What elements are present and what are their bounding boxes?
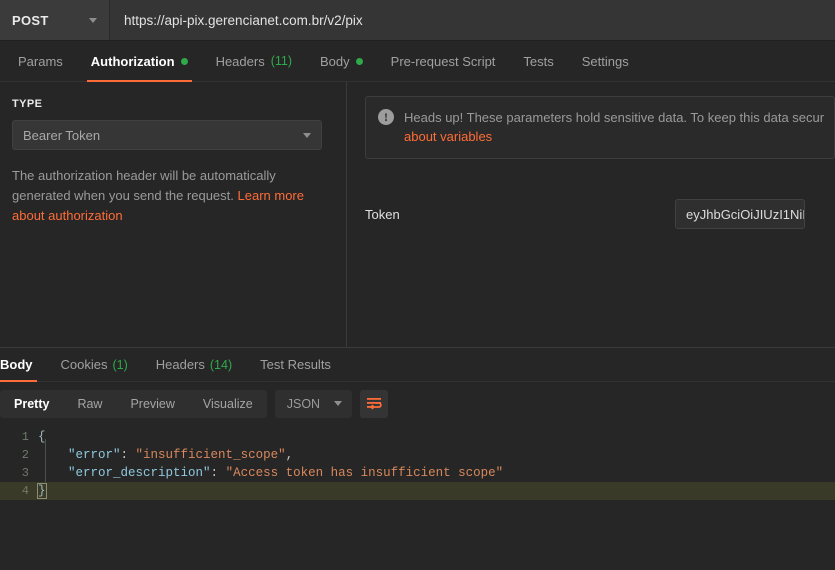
request-url-bar: POST https://api-pix.gerencianet.com.br/…	[0, 0, 835, 41]
url-input[interactable]: https://api-pix.gerencianet.com.br/v2/pi…	[110, 0, 835, 40]
tab-tests[interactable]: Tests	[509, 41, 567, 82]
json-separator: :	[210, 466, 226, 480]
response-format-select[interactable]: JSON	[274, 389, 353, 418]
code-text: "error": "insufficient_scope",	[38, 448, 293, 462]
view-mode-preview[interactable]: Preview	[116, 390, 188, 418]
exclamation-circle-icon: !	[378, 109, 394, 125]
tab-params-label: Params	[18, 53, 63, 69]
auth-helper-text: The authorization header will be automat…	[12, 166, 322, 226]
tab-headers[interactable]: Headers (11)	[202, 41, 306, 82]
response-tab-cookies-label: Cookies	[60, 357, 108, 372]
token-input[interactable]: eyJhbGciOiJIUzI1NiI	[675, 199, 805, 229]
code-line: 1 {	[0, 428, 835, 446]
request-tab-bar: Params Authorization Headers (11) Body P…	[0, 41, 835, 82]
tab-tests-label: Tests	[523, 53, 554, 69]
response-tab-test-results[interactable]: Test Results	[246, 347, 345, 382]
line-number: 1	[21, 430, 29, 444]
line-number: 3	[21, 466, 29, 480]
token-value: eyJhbGciOiJIUzI1NiI	[686, 206, 805, 222]
authorization-panel: TYPE Bearer Token The authorization head…	[0, 82, 835, 347]
token-label: Token	[365, 206, 400, 222]
token-field-row: Token eyJhbGciOiJIUzI1NiI	[365, 199, 835, 229]
view-mode-raw[interactable]: Raw	[63, 390, 116, 418]
status-dot-icon	[180, 57, 188, 65]
callout-message: Heads up! These parameters hold sensitiv…	[404, 108, 824, 146]
json-string-value: "insufficient_scope"	[135, 448, 286, 462]
tab-settings[interactable]: Settings	[568, 41, 643, 82]
tab-body-label: Body	[320, 53, 350, 69]
json-separator: :	[120, 448, 136, 462]
response-format-value: JSON	[286, 396, 321, 411]
tab-settings-label: Settings	[581, 53, 629, 69]
line-number: 4	[21, 484, 29, 498]
chevron-down-icon	[334, 401, 343, 406]
view-mode-pretty[interactable]: Pretty	[0, 390, 63, 418]
status-dot-icon	[355, 57, 363, 65]
response-tab-headers[interactable]: Headers (14)	[142, 347, 246, 382]
tab-authorization[interactable]: Authorization	[77, 41, 202, 82]
json-key: "error"	[68, 448, 121, 462]
response-tab-test-results-label: Test Results	[260, 357, 331, 372]
json-key: "error_description"	[68, 466, 211, 480]
view-mode-visualize[interactable]: Visualize	[189, 390, 267, 418]
tab-pre-request-script[interactable]: Pre-request Script	[377, 41, 510, 82]
code-text: }	[37, 483, 47, 499]
chevron-down-icon	[303, 132, 311, 138]
code-text: {	[38, 430, 46, 444]
view-mode-group: Pretty Raw Preview Visualize	[0, 389, 267, 418]
code-line-active: 4 }	[0, 482, 835, 500]
word-wrap-icon	[367, 397, 382, 410]
response-tab-cookies-count: (1)	[112, 357, 128, 372]
tab-pre-request-script-label: Pre-request Script	[390, 53, 496, 69]
auth-type-heading: TYPE	[12, 98, 43, 110]
tab-params[interactable]: Params	[4, 41, 77, 82]
url-value: https://api-pix.gerencianet.com.br/v2/pi…	[124, 12, 363, 28]
chevron-down-icon	[89, 17, 97, 23]
json-string-value: "Access token has insufficient scope"	[225, 466, 504, 480]
response-tab-cookies[interactable]: Cookies (1)	[47, 347, 142, 382]
http-method-select[interactable]: POST	[0, 0, 110, 40]
code-line: 3 "error_description": "Access token has…	[0, 464, 835, 482]
tab-headers-count: (11)	[270, 54, 293, 68]
tab-body[interactable]: Body	[306, 41, 377, 82]
auth-helper-sentence: The authorization header will be automat…	[12, 168, 276, 203]
sensitive-data-callout: ! Heads up! These parameters hold sensit…	[365, 96, 835, 159]
about-variables-link[interactable]: about variables	[404, 129, 492, 144]
line-number: 2	[21, 448, 29, 462]
tab-headers-label: Headers	[215, 53, 265, 69]
response-view-bar: Pretty Raw Preview Visualize JSON	[0, 382, 835, 425]
auth-params-pane: ! Heads up! These parameters hold sensit…	[347, 82, 835, 347]
response-tab-bar: Body Cookies (1) Headers (14) Test Resul…	[0, 347, 835, 382]
word-wrap-button[interactable]	[360, 389, 389, 418]
auth-type-pane: TYPE Bearer Token The authorization head…	[0, 82, 347, 347]
auth-type-value: Bearer Token	[23, 127, 101, 143]
response-tab-headers-label: Headers	[155, 357, 205, 372]
auth-type-select[interactable]: Bearer Token	[12, 120, 322, 150]
code-text: "error_description": "Access token has i…	[38, 466, 503, 480]
http-method-label: POST	[12, 12, 49, 28]
code-line: 2 "error": "insufficient_scope",	[0, 446, 835, 464]
callout-line-1: Heads up! These parameters hold sensitiv…	[404, 110, 825, 125]
response-tab-body[interactable]: Body	[0, 347, 47, 382]
response-tab-body-label: Body	[0, 357, 33, 372]
json-comma: ,	[285, 448, 294, 462]
response-tab-headers-count: (14)	[209, 357, 233, 372]
tab-authorization-label: Authorization	[90, 53, 175, 69]
response-body-editor[interactable]: 1 { 2 "error": "insufficient_scope", 3 "…	[0, 425, 835, 500]
